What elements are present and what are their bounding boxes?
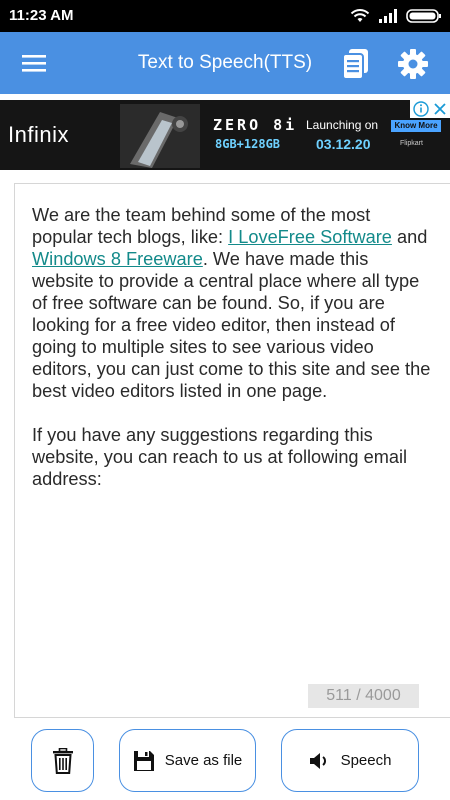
paragraph-1-rest: . We have made this website to provide a… xyxy=(32,249,431,401)
trash-icon xyxy=(52,747,73,774)
status-icons xyxy=(350,6,442,26)
link-windows-8-freeware[interactable]: Windows 8 Freeware xyxy=(32,249,203,269)
ad-brand: Infinix xyxy=(8,122,69,147)
ad-phone-image xyxy=(120,104,200,168)
ad-specs: 8GB+128GB xyxy=(215,137,281,151)
app-title-text: Text to Speech(TTS) xyxy=(137,52,313,73)
character-counter: 511 / 4000 xyxy=(308,684,419,708)
ad-model: ZERO 8i xyxy=(213,116,298,134)
app-title: Text to Speech(TTS) xyxy=(0,52,450,74)
paragraph-2: If you have any suggestions regarding th… xyxy=(32,425,408,489)
settings-gear-icon xyxy=(398,49,428,79)
signal-icon xyxy=(379,9,397,23)
copy-button[interactable] xyxy=(340,47,372,81)
paragraph-1-and: and xyxy=(391,227,428,247)
ad-partner: Flipkart xyxy=(400,140,423,147)
app-bar: Text to Speech(TTS) xyxy=(0,32,450,94)
copy-document-icon xyxy=(342,49,368,80)
battery-icon xyxy=(406,9,441,23)
ad-banner[interactable]: Infinix ZERO 8i 8GB+128GB Launching on 0… xyxy=(0,100,450,170)
speech-button[interactable]: Speech xyxy=(281,729,419,792)
save-as-file-label: Save as file xyxy=(164,752,243,769)
ad-info-icon[interactable] xyxy=(412,100,430,118)
link-ilovefree-software[interactable]: I LoveFree Software xyxy=(228,227,392,247)
ad-know-more-button[interactable]: Know More xyxy=(391,120,441,132)
ad-launch-date: 03.12.20 xyxy=(316,136,371,152)
floppy-disk-icon xyxy=(133,750,154,771)
ad-close-icon[interactable] xyxy=(431,100,449,118)
paragraph-1: We are the team behind some of the most … xyxy=(32,204,434,402)
text-content: We are the team behind some of the most … xyxy=(32,204,434,490)
speech-label: Speech xyxy=(340,752,392,769)
settings-button[interactable] xyxy=(397,48,429,80)
delete-button[interactable] xyxy=(31,729,94,792)
status-time: 11:23 AM xyxy=(9,7,74,24)
speaker-icon xyxy=(309,752,326,769)
text-input-area[interactable]: We are the team behind some of the most … xyxy=(14,183,450,718)
ad-launch-label: Launching on xyxy=(306,118,379,132)
wifi-icon xyxy=(350,9,370,22)
save-as-file-button[interactable]: Save as file xyxy=(119,729,256,792)
status-bar: 11:23 AM xyxy=(0,0,450,32)
